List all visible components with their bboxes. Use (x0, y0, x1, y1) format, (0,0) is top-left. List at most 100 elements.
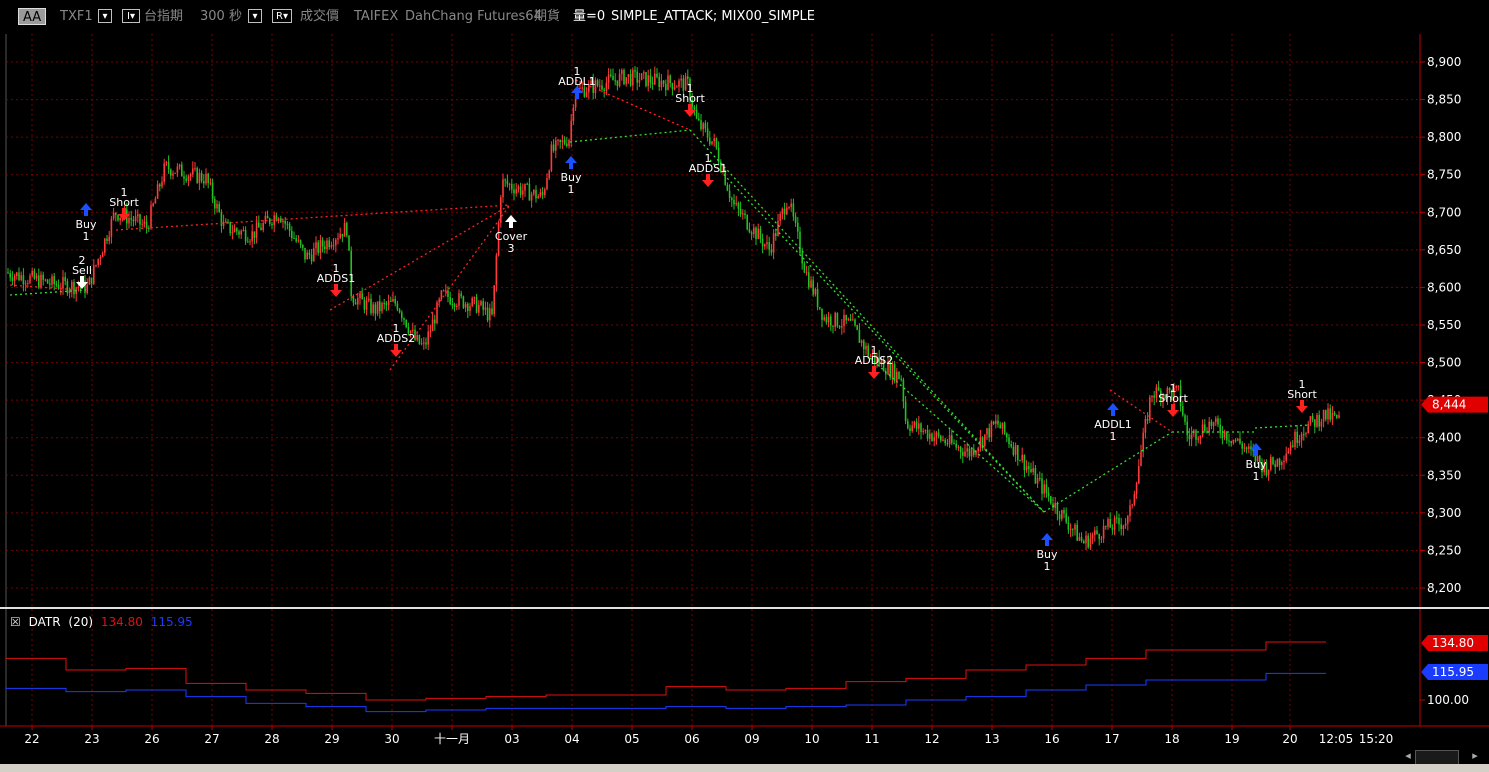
candle-body (1083, 540, 1085, 544)
candle-body (1067, 522, 1070, 530)
candle-body (777, 220, 779, 236)
date-label: 12 (924, 732, 939, 746)
candle-body (671, 83, 674, 90)
candle-body (486, 307, 489, 321)
price-tick-label: 8,250 (1427, 543, 1461, 557)
candle-body (537, 195, 539, 199)
candle-body (418, 335, 421, 344)
candle-body (77, 287, 80, 289)
chart-canvas[interactable]: 8,900 8,850 8,800 8,750 8,700 8,650 8,600 8,550… (0, 0, 1489, 746)
candle-body (236, 228, 238, 232)
price-axis: 8,900 8,850 8,800 8,750 8,700 8,650 8,600 8,550… (1420, 55, 1461, 595)
candle-body (900, 379, 902, 381)
candle-body (1039, 478, 1041, 480)
candle-body (678, 80, 680, 87)
scroll-right-icon[interactable]: ▸ (1468, 748, 1482, 764)
candle-body (566, 143, 568, 147)
candle-body (238, 231, 240, 235)
candle-body (1234, 439, 1237, 441)
candle-body (849, 318, 852, 321)
candle-body (379, 301, 381, 312)
candle-body (502, 179, 504, 198)
candle-body (99, 257, 102, 259)
candle-body (750, 232, 753, 235)
date-label: 22 (24, 732, 39, 746)
date-label: 23 (84, 732, 99, 746)
candle-body (1338, 415, 1340, 418)
scroll-left-icon[interactable]: ◂ (1401, 748, 1415, 764)
candle-body (937, 432, 940, 436)
candle-body (603, 89, 605, 91)
candle-body (922, 431, 924, 433)
candle-body (493, 285, 495, 315)
candle-body (1012, 446, 1015, 455)
candle-body (249, 241, 251, 243)
date-label: 18 (1164, 732, 1179, 746)
candle-body (1188, 435, 1191, 440)
candle-body (1146, 418, 1149, 421)
candle-body (1072, 528, 1074, 530)
candle-body (1329, 408, 1331, 420)
candle-body (1182, 406, 1184, 416)
candle-body (984, 434, 986, 447)
date-axis: 22 23 26 27 28 29 30 十一月 03 04 05 06 09 10 11 12 13 16 17 1… (24, 726, 1393, 746)
candle-body (614, 80, 616, 82)
candle-body (1043, 484, 1045, 494)
candle-body (1184, 415, 1186, 422)
date-label: 05 (624, 732, 639, 746)
candle-body (541, 192, 544, 196)
candle-body (953, 442, 955, 444)
candle-body (942, 439, 944, 441)
signal-label: Buy (1036, 548, 1058, 561)
candle-body (9, 273, 11, 278)
candle-body (742, 213, 744, 215)
date-label: 19 (1224, 732, 1239, 746)
candle-body (1226, 431, 1228, 441)
signal-qty: 1 (568, 183, 575, 196)
candle-body (999, 424, 1001, 429)
date-label: 20 (1282, 732, 1297, 746)
candle-body (1124, 523, 1127, 526)
indicator-param: (20) (68, 615, 94, 629)
date-label: 26 (144, 732, 159, 746)
candle-body (1157, 387, 1160, 391)
candle-body (1190, 433, 1193, 440)
signal-label: Buy (560, 171, 582, 184)
candle-body (471, 298, 473, 306)
signal-qty: 1 (1253, 470, 1260, 483)
candle-body (73, 281, 75, 295)
candle-body (434, 319, 436, 324)
candle-body (669, 75, 671, 84)
candle-body (856, 325, 858, 331)
candle-body (24, 283, 27, 285)
price-tick-label: 8,400 (1427, 431, 1461, 445)
candle-body (119, 217, 121, 221)
indicator-close-icon[interactable]: ☒ (10, 615, 21, 629)
candle-body (451, 304, 454, 306)
candle-body (183, 176, 185, 179)
price-panel-bg (0, 34, 1489, 607)
candle-body (563, 140, 566, 144)
candle-body (695, 109, 698, 119)
candle-body (544, 189, 546, 196)
candle-body (1217, 418, 1219, 425)
candle-body (346, 222, 348, 236)
candle-body (473, 297, 476, 299)
candle-body (152, 203, 154, 206)
candle-body (392, 298, 394, 302)
signal-label: ADDL1 (1094, 418, 1132, 431)
candle-body (660, 80, 663, 88)
candle-body (1155, 387, 1158, 398)
candle-body (656, 73, 658, 77)
candle-body (706, 128, 709, 138)
candle-body (308, 252, 311, 255)
candle-body (310, 254, 313, 262)
candle-body (1014, 445, 1017, 455)
candle-body (385, 303, 388, 305)
indicator-name: DATR (28, 615, 61, 629)
candle-body (1270, 457, 1272, 470)
candle-body (583, 87, 586, 97)
candle-body (618, 73, 621, 87)
candle-body (1285, 453, 1287, 461)
candle-body (484, 307, 487, 310)
